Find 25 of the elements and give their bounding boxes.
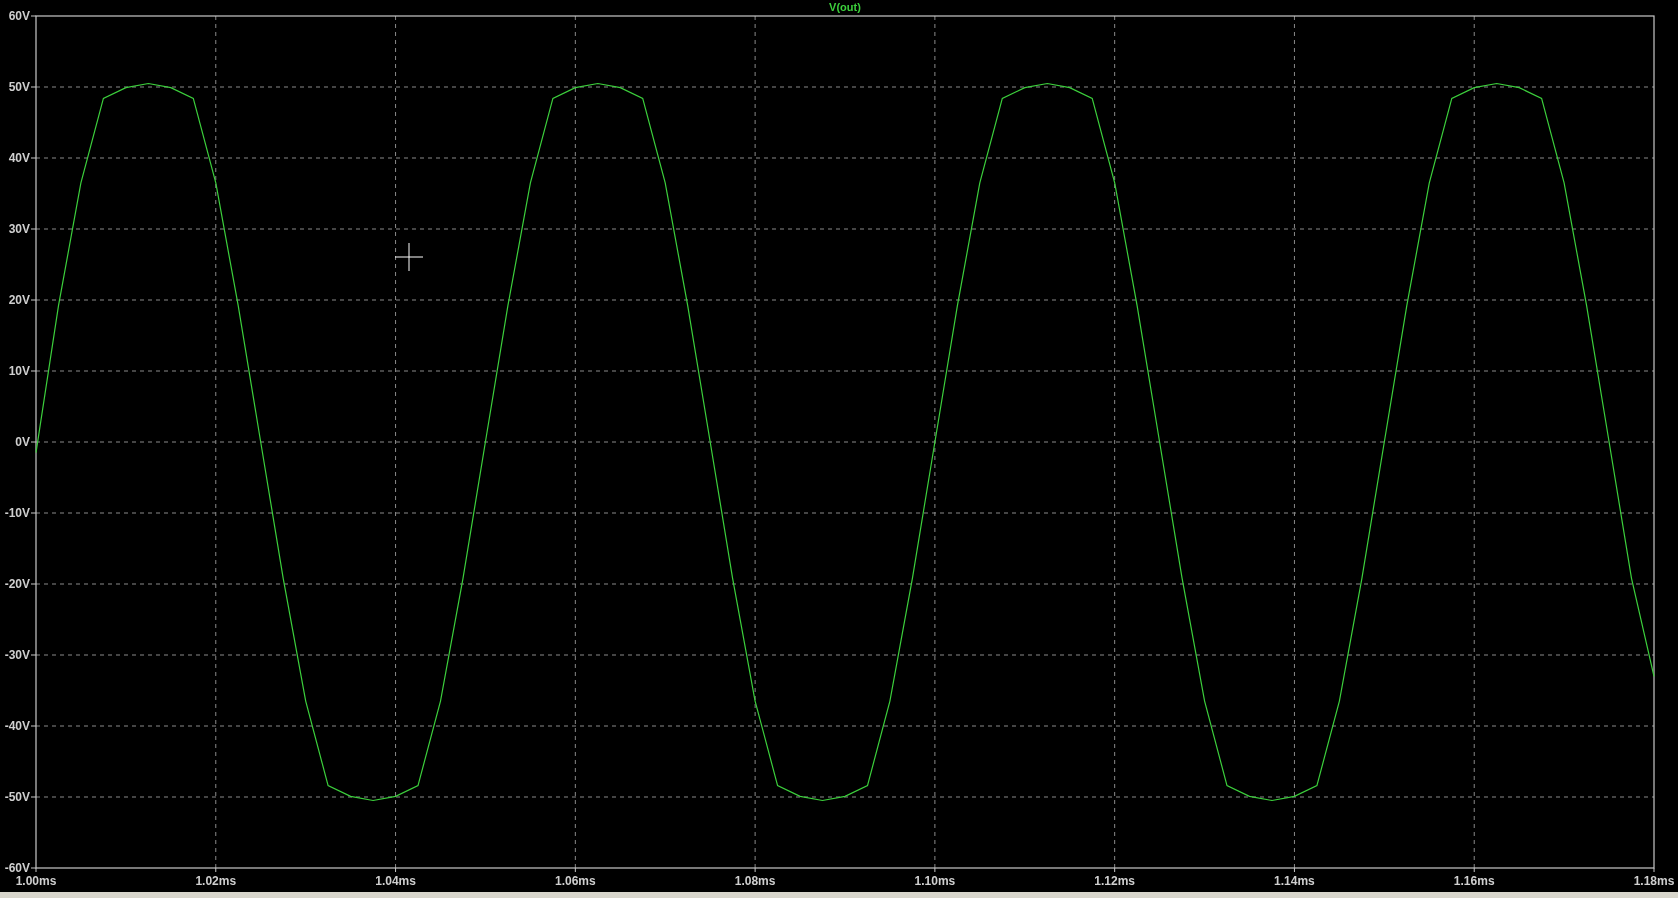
x-axis-label: 1.02ms	[195, 874, 237, 888]
x-axis-label: 1.08ms	[734, 874, 776, 888]
trace-legend-label[interactable]: V(out)	[829, 1, 861, 13]
y-axis-label: -30V	[4, 648, 30, 662]
y-axis-label: -10V	[4, 506, 30, 520]
x-axis-label: 1.00ms	[15, 874, 57, 888]
y-axis-label: -20V	[4, 577, 30, 591]
y-axis-label: 50V	[8, 80, 30, 94]
y-axis-label: 40V	[8, 151, 30, 165]
x-axis-label: 1.04ms	[375, 874, 416, 888]
x-axis-label: 1.18ms	[1633, 874, 1675, 888]
x-axis-label: 1.10ms	[914, 874, 956, 888]
y-axis-label: 30V	[8, 222, 30, 236]
y-axis-label: 10V	[8, 364, 30, 378]
crosshair-cursor-icon	[394, 242, 424, 272]
y-axis-label: 0V	[15, 435, 30, 449]
x-axis-label: 1.14ms	[1274, 874, 1315, 888]
y-axis-label: -40V	[4, 719, 30, 733]
y-axis-label: -60V	[4, 861, 30, 875]
x-axis-label: 1.06ms	[555, 874, 596, 888]
x-axis-label: 1.12ms	[1094, 874, 1135, 888]
y-axis-label: -50V	[4, 790, 30, 804]
x-axis-label: 1.16ms	[1453, 874, 1495, 888]
y-axis-label: 60V	[8, 9, 30, 23]
y-axis-label: 20V	[8, 293, 30, 307]
